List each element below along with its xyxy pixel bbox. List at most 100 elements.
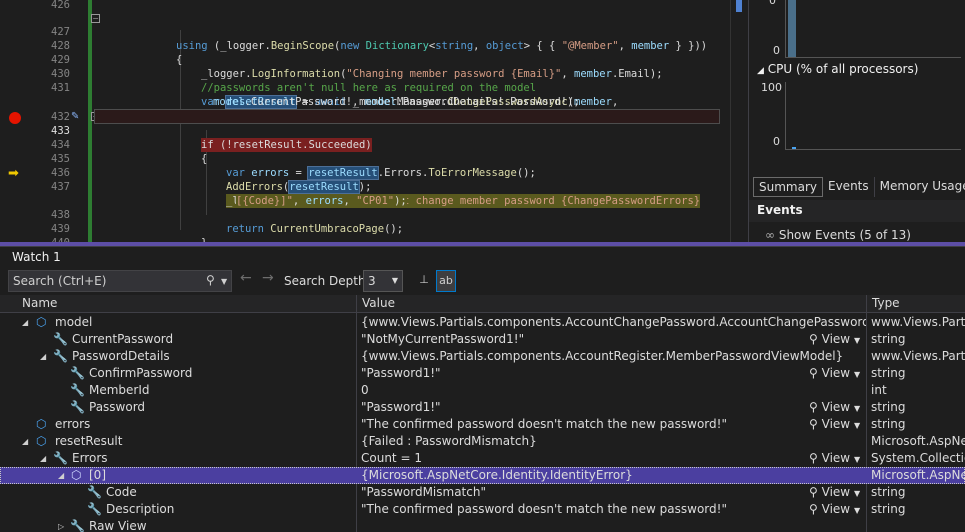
- code-line[interactable]: 432: [0, 96, 746, 123]
- code-line[interactable]: 431 var resetResult = await _memberManag…: [0, 67, 746, 109]
- search-icon: ⚲: [809, 400, 818, 414]
- property-wrench-icon: 🔧: [53, 332, 68, 346]
- watch-row-error-item[interactable]: ◢ ⬡ [0] {Microsoft.AspNetCore.Identity.I…: [0, 467, 965, 484]
- search-depth-select[interactable]: 3 ▼: [363, 270, 403, 292]
- property-wrench-icon: 🔧: [70, 383, 85, 397]
- watch-row-code[interactable]: 🔧 Code "PasswordMismatch" ⚲ View ▼ strin…: [0, 484, 965, 501]
- chevron-down-icon: ▼: [853, 421, 861, 430]
- code-line[interactable]: 436 AddErrors(resetResult);: [0, 152, 746, 194]
- code-editor[interactable]: ➡ ✎ − − 426 427 using (_logger.BeginScop…: [0, 0, 746, 242]
- search-box: ⚲ ▼: [8, 270, 232, 292]
- object-icon: ⬡: [71, 468, 82, 482]
- show-events-link[interactable]: ∞ Show Events (5 of 13): [765, 228, 911, 242]
- scrollbar-thumb[interactable]: [736, 0, 742, 12]
- code-line[interactable]: 438 return CurrentUmbracoPage();: [0, 194, 746, 235]
- watch-row-errors-collection[interactable]: ◢ 🔧 Errors Count = 1 ⚲ View ▼ System.Col…: [0, 450, 965, 467]
- pin-icon[interactable]: ⊥: [414, 270, 434, 292]
- watch-row-model[interactable]: ◢ ⬡ model {www.Views.Partials.components…: [0, 314, 965, 331]
- search-icon: ⚲: [809, 485, 818, 499]
- watch-row-description[interactable]: 🔧 Description "The confirmed password do…: [0, 501, 965, 518]
- chevron-down-icon: ▼: [853, 336, 861, 345]
- column-header-value[interactable]: Value: [362, 296, 395, 310]
- grid-header: Name Value Type: [0, 295, 965, 313]
- view-button[interactable]: ⚲ View ▼: [809, 399, 860, 417]
- expand-triangle-icon[interactable]: ◢: [40, 450, 46, 467]
- property-wrench-icon: 🔧: [70, 366, 85, 380]
- view-button[interactable]: ⚲ View ▼: [809, 416, 860, 434]
- graph-bar: [788, 0, 796, 57]
- forward-arrow-icon[interactable]: →: [262, 270, 274, 286]
- search-icon: ⚲: [809, 417, 818, 431]
- expand-triangle-icon[interactable]: ◢: [40, 348, 46, 365]
- tab-memory-usage[interactable]: Memory Usage: [875, 177, 965, 197]
- search-icon[interactable]: ⚲: [206, 273, 215, 287]
- cpu-graph[interactable]: [785, 82, 961, 150]
- view-button[interactable]: ⚲ View ▼: [809, 331, 860, 349]
- chevron-down-icon: ▼: [853, 404, 861, 413]
- code-line[interactable]: 435 var errors = resetResult.Errors.ToEr…: [0, 138, 746, 180]
- graph-axis-max: 0: [769, 0, 776, 7]
- code-line[interactable]: 439 }: [0, 208, 746, 242]
- watch-row-reset-result[interactable]: ◢ ⬡ resetResult {Failed : PasswordMismat…: [0, 433, 965, 450]
- watch-row-raw-view[interactable]: ▷ 🔧 Raw View: [0, 518, 965, 532]
- editor-scrollbar[interactable]: [730, 0, 746, 242]
- search-input[interactable]: [9, 271, 199, 291]
- code-line[interactable]: [{Code}]", errors, "CP01");: [0, 180, 746, 208]
- tab-summary[interactable]: Summary: [753, 177, 823, 197]
- watch-row-current-password[interactable]: 🔧 CurrentPassword "NotMyCurrentPassword1…: [0, 331, 965, 348]
- view-button[interactable]: ⚲ View ▼: [809, 501, 860, 519]
- object-icon: ⬡: [36, 315, 47, 329]
- watch-row-password[interactable]: 🔧 Password "Password1!" ⚲ View ▼ string: [0, 399, 965, 416]
- code-line[interactable]: 434 {: [0, 124, 746, 165]
- view-button[interactable]: ⚲ View ▼: [809, 484, 860, 502]
- watch-row-member-id[interactable]: 🔧 MemberId 0 int: [0, 382, 965, 399]
- back-arrow-icon[interactable]: ←: [240, 270, 252, 286]
- search-icon: ⚲: [809, 502, 818, 516]
- code-line[interactable]: 433 if (!resetResult.Succeeded): [0, 110, 746, 152]
- code-line[interactable]: 427 using (_logger.BeginScope(new Dictio…: [0, 11, 746, 52]
- search-depth-label: Search Depth:: [284, 274, 370, 288]
- watch-row-confirm-password[interactable]: 🔧 ConfirmPassword "Password1!" ⚲ View ▼ …: [0, 365, 965, 382]
- chevron-down-icon[interactable]: ▼: [221, 277, 227, 286]
- search-icon: ⚲: [809, 366, 818, 380]
- code-line[interactable]: 437 _logger.LogWarning("Could not change…: [0, 166, 746, 208]
- column-header-name[interactable]: Name: [22, 296, 57, 310]
- object-icon: ⬡: [36, 434, 47, 448]
- code-line[interactable]: model.CurrentPassword!, model.PasswordDe…: [0, 81, 746, 108]
- code-line[interactable]: 430 //passwords aren't null here as requ…: [0, 53, 746, 94]
- code-line[interactable]: 428 {: [0, 25, 746, 66]
- chevron-down-icon: ▼: [391, 276, 398, 285]
- property-wrench-icon: 🔧: [70, 519, 85, 532]
- cpu-graph-title[interactable]: ◢ CPU (% of all processors): [757, 62, 918, 76]
- collapse-triangle-icon: ◢: [757, 66, 764, 76]
- code-line[interactable]: 429 _logger.LogInformation("Changing mem…: [0, 39, 746, 80]
- watch-row-password-details[interactable]: ◢ 🔧 PasswordDetails {www.Views.Partials.…: [0, 348, 965, 365]
- cpu-spike: [792, 147, 796, 149]
- code-line[interactable]: 440 }: [0, 222, 746, 242]
- events-header: Events: [749, 200, 965, 222]
- diagnostic-tabs: Summary Events Memory Usage C: [753, 177, 965, 197]
- watch-row-errors[interactable]: ⬡ errors "The confirmed password doesn't…: [0, 416, 965, 433]
- search-icon: ⚲: [809, 332, 818, 346]
- property-wrench-icon: 🔧: [53, 349, 68, 363]
- view-button[interactable]: ⚲ View ▼: [809, 365, 860, 383]
- cpu-axis-min: 0: [773, 135, 780, 148]
- object-icon: ⬡: [36, 417, 47, 431]
- expand-triangle-icon[interactable]: ◢: [58, 467, 64, 484]
- chevron-down-icon: ▼: [853, 455, 861, 464]
- column-header-type[interactable]: Type: [872, 296, 900, 310]
- diagnostic-tools-panel: 0 0 ◢ CPU (% of all processors) 100 0 Su…: [748, 0, 965, 242]
- expand-triangle-icon[interactable]: ◢: [22, 314, 28, 331]
- property-wrench-icon: 🔧: [87, 502, 102, 516]
- expand-triangle-icon[interactable]: ◢: [22, 433, 28, 450]
- property-wrench-icon: 🔧: [87, 485, 102, 499]
- chevron-down-icon: ▼: [853, 489, 861, 498]
- tab-events[interactable]: Events: [823, 177, 875, 197]
- hex-display-icon[interactable]: ab: [436, 270, 456, 292]
- chevron-down-icon: ▼: [853, 370, 861, 379]
- view-button[interactable]: ⚲ View ▼: [809, 450, 860, 468]
- expand-triangle-icon[interactable]: ▷: [58, 518, 64, 532]
- watch-window: Watch 1 ⚲ ▼ ← → Search Depth: 3 ▼ ⊥ ab N…: [0, 246, 965, 532]
- memory-graph[interactable]: [785, 0, 961, 58]
- watch-title: Watch 1: [12, 250, 61, 264]
